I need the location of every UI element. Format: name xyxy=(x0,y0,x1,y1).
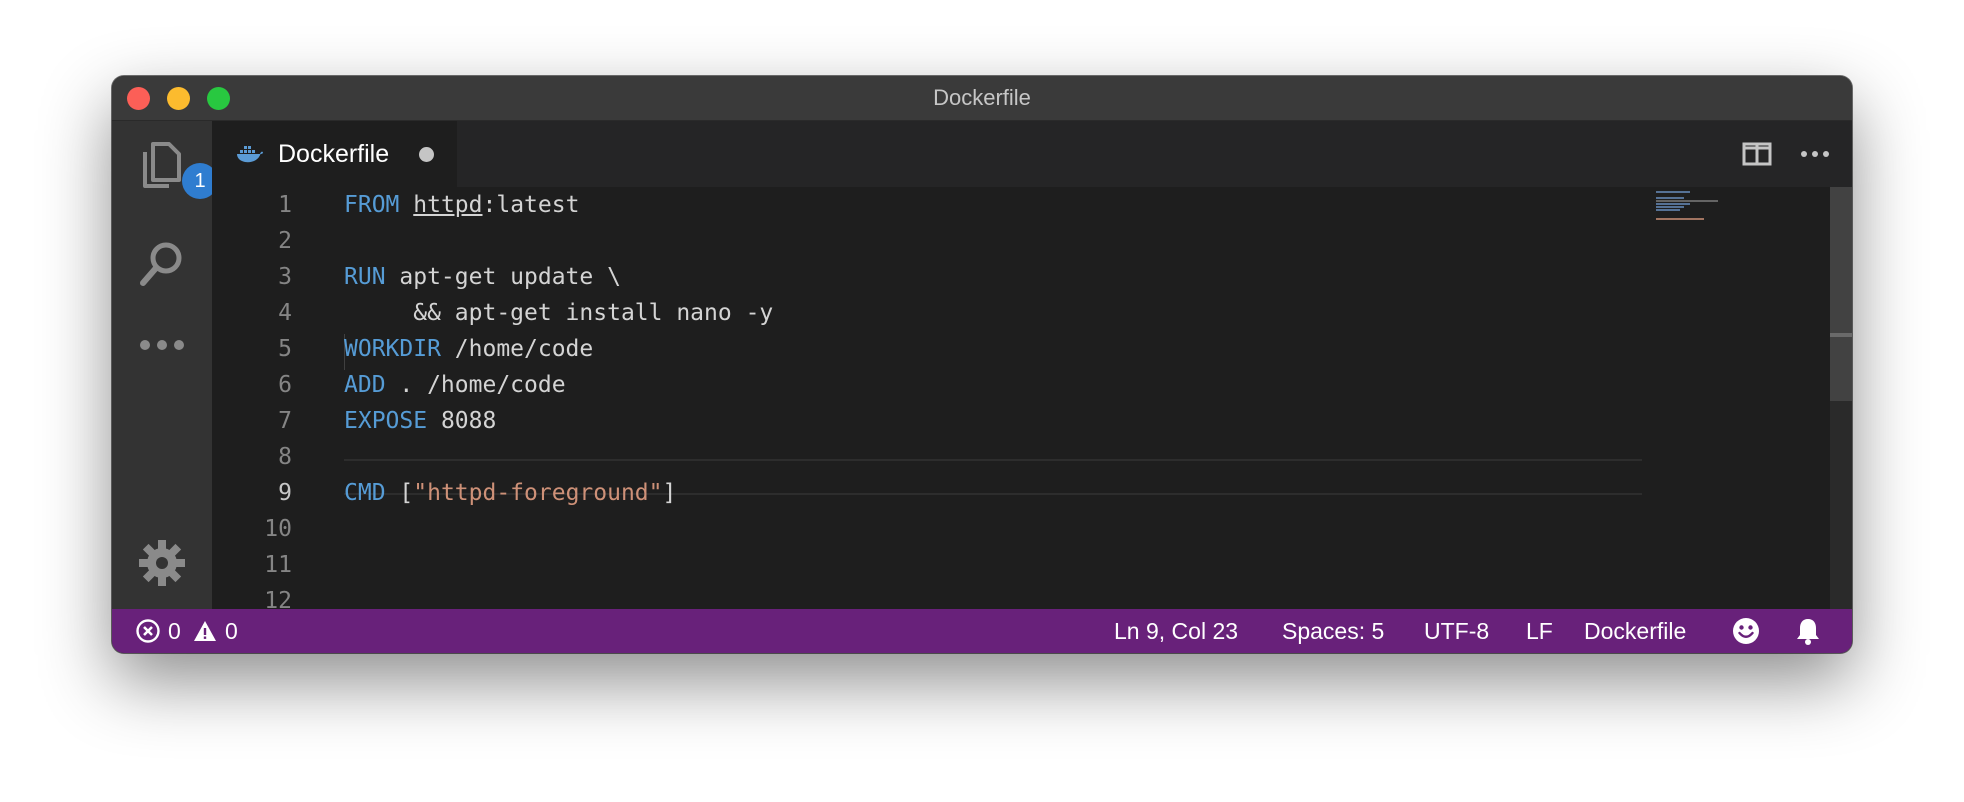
code-line[interactable]: WORKDIR /home/code xyxy=(344,331,593,367)
tab-label: Dockerfile xyxy=(278,139,390,168)
code-text: :latest xyxy=(482,192,580,218)
line-number: 2 xyxy=(278,228,292,254)
keyword: CMD xyxy=(344,480,386,506)
bell-icon xyxy=(1797,619,1819,645)
line-number: 1 xyxy=(278,192,292,218)
editor-area: Dockerfile 1 2 3 4 5 6 7 8 9 10 11 12 FR… xyxy=(212,121,1852,614)
split-editor-icon xyxy=(1742,142,1772,166)
gear-icon xyxy=(139,540,185,586)
encoding-selector[interactable]: UTF-8 xyxy=(1424,609,1489,653)
code-text: . /home/code xyxy=(385,372,566,398)
code-line-active[interactable]: CMD ["httpd-foreground"] xyxy=(344,475,676,511)
search-button[interactable] xyxy=(134,236,190,292)
explorer-button[interactable]: 1 xyxy=(134,137,218,199)
title-bar: Dockerfile xyxy=(112,76,1852,121)
more-actions-icon xyxy=(1801,151,1829,157)
cursor-position-marker xyxy=(1830,333,1852,337)
editor-window: Dockerfile 1 Dockerfile 1 2 3 4 5 6 7 8 … xyxy=(112,76,1852,653)
more-views-button[interactable] xyxy=(134,317,190,373)
code-line[interactable]: ADD . /home/code xyxy=(344,367,566,403)
line-number-active: 9 xyxy=(278,480,292,506)
unsaved-changes-dot[interactable] xyxy=(419,146,435,162)
keyword: WORKDIR xyxy=(344,336,441,362)
keyword: RUN xyxy=(344,264,386,290)
line-number: 3 xyxy=(278,264,292,290)
line-number: 4 xyxy=(278,300,292,326)
code-text: ] xyxy=(662,480,677,506)
image-link[interactable]: httpd xyxy=(413,192,482,218)
warning-icon xyxy=(194,621,216,641)
minimap-line xyxy=(1656,206,1684,208)
line-number: 10 xyxy=(264,516,292,542)
minimap-line xyxy=(1656,200,1718,202)
minimap-line xyxy=(1656,203,1690,205)
tab-dockerfile[interactable]: Dockerfile xyxy=(212,121,457,187)
indentation-selector[interactable]: Spaces: 5 xyxy=(1282,609,1384,653)
error-count: 0 xyxy=(168,618,181,644)
eol-selector[interactable]: LF xyxy=(1526,609,1553,653)
line-number: 11 xyxy=(264,552,292,578)
code-text: && apt-get install nano -y xyxy=(344,300,774,326)
docker-icon xyxy=(237,146,263,163)
files-icon xyxy=(143,142,181,188)
line-number: 6 xyxy=(278,372,292,398)
status-bar: 0 0 Ln 9, Col 23 Spaces: 5 UTF-8 LF Dock… xyxy=(112,609,1852,653)
search-icon xyxy=(140,242,182,286)
problems-indicator[interactable]: 0 0 xyxy=(136,609,246,653)
more-actions-button[interactable] xyxy=(1800,121,1830,187)
minimap-line xyxy=(1656,197,1684,199)
notifications-button[interactable] xyxy=(1795,609,1823,653)
keyword: EXPOSE xyxy=(344,408,428,434)
code-area[interactable]: FROM httpd:latest RUN apt-get update \ &… xyxy=(344,187,1642,609)
vertical-scrollbar[interactable] xyxy=(1830,187,1852,609)
line-number-gutter: 1 2 3 4 5 6 7 8 9 10 11 12 xyxy=(212,187,292,614)
settings-button[interactable] xyxy=(134,535,190,591)
code-text: [ xyxy=(385,480,414,506)
line-number: 8 xyxy=(278,444,292,470)
keyword: FROM xyxy=(344,192,400,218)
more-icon xyxy=(140,340,184,350)
language-mode-selector[interactable]: Dockerfile xyxy=(1584,609,1686,653)
minimap-line xyxy=(1656,209,1680,211)
code-line[interactable]: FROM httpd:latest xyxy=(344,187,579,223)
feedback-button[interactable] xyxy=(1732,609,1762,653)
line-number: 5 xyxy=(278,336,292,362)
feedback-icon xyxy=(1733,618,1759,644)
code-text: /home/code xyxy=(440,336,594,362)
string-literal: "httpd-foreground" xyxy=(413,480,663,506)
warning-count: 0 xyxy=(225,618,238,644)
code-line[interactable]: RUN apt-get update \ xyxy=(344,259,621,295)
window-title: Dockerfile xyxy=(933,85,1031,110)
minimap[interactable] xyxy=(1656,191,1720,231)
code-line[interactable]: && apt-get install nano -y xyxy=(344,295,773,331)
minimap-line xyxy=(1656,191,1690,193)
tab-strip: Dockerfile xyxy=(212,121,1852,187)
activity-bar: 1 xyxy=(112,121,218,609)
split-editor-button[interactable] xyxy=(1742,121,1772,187)
scrollbar-thumb[interactable] xyxy=(1830,187,1852,401)
keyword: ADD xyxy=(344,372,386,398)
minimap-line xyxy=(1656,218,1704,220)
code-line[interactable]: EXPOSE 8088 xyxy=(344,403,496,439)
line-number: 7 xyxy=(278,408,292,434)
error-icon xyxy=(136,619,160,643)
cursor-position[interactable]: Ln 9, Col 23 xyxy=(1114,609,1238,653)
code-text: 8088 xyxy=(427,408,497,434)
code-text: apt-get update \ xyxy=(385,264,621,290)
